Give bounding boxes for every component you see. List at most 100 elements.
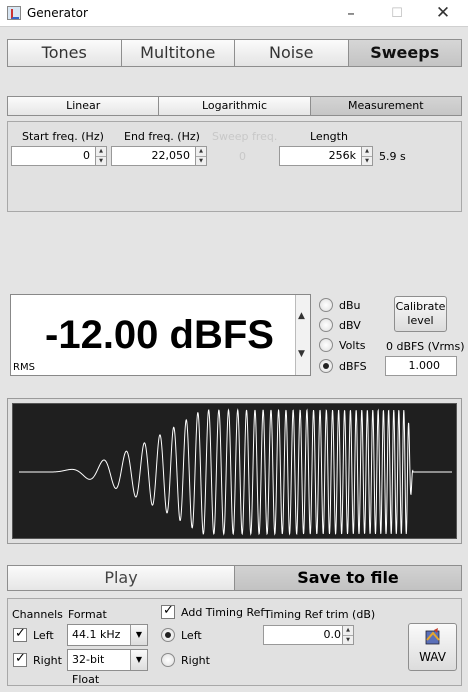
window-title: Generator [27, 6, 88, 20]
radio-dot-icon[interactable] [319, 298, 333, 312]
maximize-button[interactable]: ☐ [374, 0, 420, 27]
sweep-waveform-line [19, 408, 452, 536]
checkbox-icon[interactable] [161, 603, 175, 619]
timing-ref-right-label: Right [181, 653, 210, 667]
unit-label-dbu: dBu [339, 298, 361, 312]
wav-export-button[interactable]: WAV [408, 623, 457, 671]
left-channel-label: Left [33, 628, 54, 642]
length-stepper[interactable]: ▲ ▼ [362, 146, 373, 166]
calibrate-label-line1: Calibrate [395, 300, 446, 313]
app-icon [7, 6, 21, 20]
down-arrow-icon[interactable]: ▼ [96, 157, 106, 166]
left-channel-checkbox[interactable]: Left [13, 626, 54, 642]
minimize-button[interactable]: – [328, 0, 374, 27]
tab-multitone[interactable]: Multitone [121, 40, 235, 66]
format-label: Format [68, 608, 107, 621]
dbfs-vrms-label: 0 dBFS (Vrms) [386, 340, 465, 353]
calibrate-level-button[interactable]: Calibrate level [394, 296, 447, 332]
timing-ref-left-label: Left [181, 628, 202, 642]
tab-linear[interactable]: Linear [8, 97, 160, 115]
start-freq-stepper[interactable]: ▲ ▼ [96, 146, 107, 166]
title-bar: Generator – ☐ ✕ [0, 0, 468, 27]
down-arrow-icon[interactable]: ▼ [343, 636, 353, 645]
add-timing-ref-label: Add Timing Ref [181, 605, 265, 619]
channels-label: Channels [12, 608, 63, 621]
wav-label: WAV [419, 650, 446, 664]
up-arrow-icon[interactable]: ▲ [343, 626, 353, 636]
radio-dot-icon[interactable] [319, 359, 333, 373]
chevron-down-icon[interactable]: ▼ [130, 625, 147, 645]
save-to-file-button[interactable]: Save to file [235, 566, 461, 590]
up-arrow-icon[interactable]: ▲ [196, 147, 206, 157]
sweep-parameters-panel: Start freq. (Hz) 0 ▲ ▼ End freq. (Hz) 22,… [7, 121, 462, 212]
length-label: Length [310, 130, 348, 143]
unit-radio-dbfs[interactable]: dBFS [319, 359, 367, 373]
bit-depth-select[interactable]: 32-bit Float ▼ [67, 649, 148, 686]
start-freq-input[interactable]: 0 [11, 146, 96, 166]
down-arrow-icon[interactable]: ▼ [298, 349, 305, 359]
close-button[interactable]: ✕ [420, 0, 466, 27]
right-channel-label: Right [33, 653, 62, 667]
timing-ref-trim-spinner[interactable]: 0.0 ▲ ▼ [263, 625, 354, 645]
checkbox-icon[interactable] [13, 651, 27, 667]
radio-dot-icon[interactable] [319, 338, 333, 352]
sample-rate-select[interactable]: 44.1 kHz ▼ [67, 624, 148, 646]
unit-radio-dbv[interactable]: dBV [319, 318, 361, 332]
chevron-down-icon[interactable]: ▼ [130, 650, 147, 670]
sample-rate-value: 44.1 kHz [72, 628, 121, 641]
length-seconds: 5.9 s [379, 150, 406, 163]
level-scrollbar[interactable]: ▲ ▼ [295, 295, 310, 375]
end-freq-input[interactable]: 22,050 [111, 146, 196, 166]
level-mode-label: RMS [13, 362, 35, 373]
waveform-trace [19, 408, 452, 536]
level-value: -12.00 dBFS [45, 313, 274, 357]
tab-logarithmic[interactable]: Logarithmic [159, 97, 311, 115]
start-freq-spinner[interactable]: 0 ▲ ▼ [11, 146, 107, 166]
unit-radio-volts[interactable]: Volts [319, 338, 366, 352]
action-bar: Play Save to file [7, 565, 462, 591]
length-input[interactable]: 256k [279, 146, 362, 166]
waveform-screen [12, 403, 457, 539]
tab-sweeps[interactable]: Sweeps [348, 40, 461, 66]
down-arrow-icon[interactable]: ▼ [362, 157, 372, 166]
sweep-freq-label: Sweep freq. [212, 130, 278, 143]
end-freq-spinner[interactable]: 22,050 ▲ ▼ [111, 146, 207, 166]
unit-radio-dbu[interactable]: dBu [319, 298, 361, 312]
sweep-type-tabs: Linear Logarithmic Measurement [7, 96, 462, 116]
sweep-freq-value: 0 [239, 150, 246, 163]
unit-label-volts: Volts [339, 338, 366, 352]
radio-dot-icon[interactable] [161, 653, 175, 667]
waveform-preview-panel [7, 398, 462, 544]
up-arrow-icon[interactable]: ▲ [362, 147, 372, 157]
end-freq-stepper[interactable]: ▲ ▼ [196, 146, 207, 166]
timing-ref-trim-label: Timing Ref trim (dB) [264, 608, 376, 621]
tab-noise[interactable]: Noise [235, 40, 349, 66]
timing-ref-right-radio[interactable]: Right [161, 653, 210, 667]
timing-ref-trim-stepper[interactable]: ▲ ▼ [343, 625, 354, 645]
dbfs-vrms-input[interactable]: 1.000 [385, 356, 457, 376]
unit-label-dbv: dBV [339, 318, 361, 332]
up-arrow-icon[interactable]: ▲ [96, 147, 106, 157]
right-channel-checkbox[interactable]: Right [13, 651, 62, 667]
checkbox-icon[interactable] [13, 626, 27, 642]
unit-label-dbfs: dBFS [339, 359, 367, 373]
tab-tones[interactable]: Tones [8, 40, 122, 66]
bit-depth-value: 32-bit Float [72, 653, 105, 686]
level-display: -12.00 dBFS RMS ▲ ▼ [10, 294, 311, 376]
end-freq-label: End freq. (Hz) [124, 130, 200, 143]
add-timing-ref-checkbox[interactable]: Add Timing Ref [161, 603, 265, 619]
up-arrow-icon[interactable]: ▲ [298, 311, 305, 321]
timing-ref-left-radio[interactable]: Left [161, 628, 202, 642]
radio-dot-icon[interactable] [319, 318, 333, 332]
tab-measurement[interactable]: Measurement [310, 97, 461, 115]
start-freq-label: Start freq. (Hz) [22, 130, 104, 143]
timing-ref-trim-input[interactable]: 0.0 [263, 625, 343, 645]
down-arrow-icon[interactable]: ▼ [196, 157, 206, 166]
wav-file-icon [424, 628, 442, 646]
generator-type-tabs: Tones Multitone Noise Sweeps [7, 39, 462, 67]
play-button[interactable]: Play [8, 566, 235, 590]
radio-dot-icon[interactable] [161, 628, 175, 642]
calibrate-label-line2: level [407, 314, 434, 327]
length-spinner[interactable]: 256k ▲ ▼ [279, 146, 373, 166]
output-settings-panel: Channels Left Right Format 44.1 kHz ▼ 32… [7, 598, 462, 686]
